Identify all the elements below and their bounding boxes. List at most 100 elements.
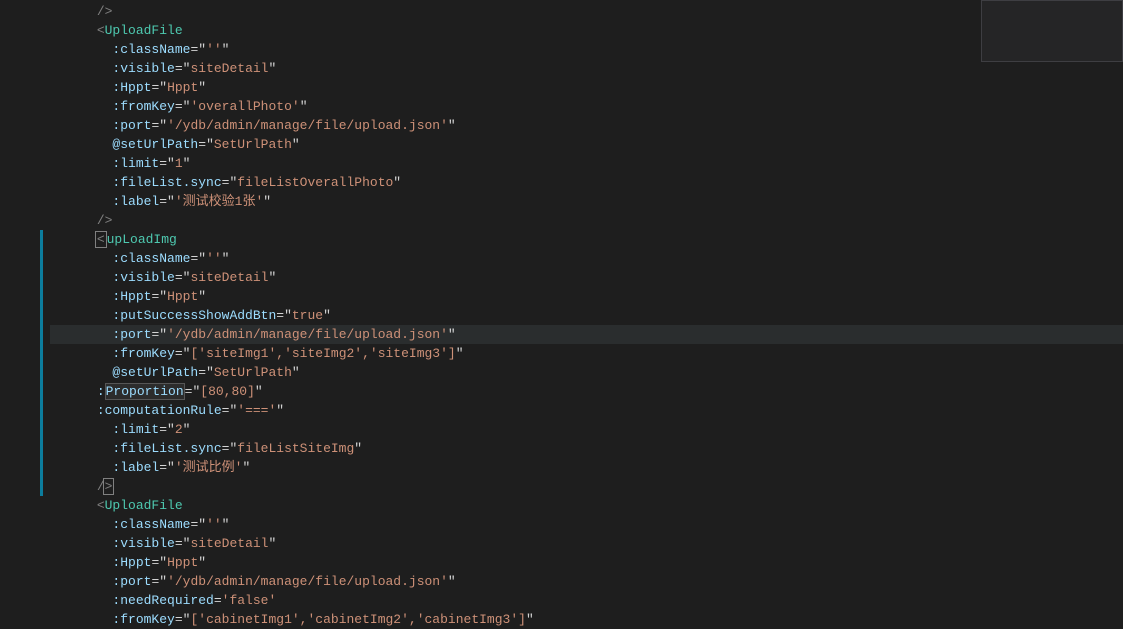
code-editor[interactable]: /> <UploadFile :className="''" :visible=…	[0, 0, 1123, 629]
token-quote: "	[198, 517, 206, 532]
token-str: SetUrlPath	[214, 365, 292, 380]
code-line[interactable]: :computationRule="'==='"	[50, 401, 1123, 420]
token-str: siteDetail	[190, 536, 268, 551]
code-line[interactable]: :putSuccessShowAddBtn="true"	[50, 306, 1123, 325]
code-line[interactable]: <upLoadImg	[50, 230, 1123, 249]
token-attr: :visible	[112, 536, 174, 551]
token-str: SetUrlPath	[214, 137, 292, 152]
token-eq: =	[175, 612, 183, 627]
token-quote: "	[456, 346, 464, 361]
token-attr: :label	[112, 460, 159, 475]
token-str: siteDetail	[190, 270, 268, 285]
modified-gutter-marker	[40, 363, 43, 382]
token-quote: "	[159, 118, 167, 133]
token-str: fileListSiteImg	[237, 441, 354, 456]
token-eq: =	[159, 460, 167, 475]
code-line[interactable]: <UploadFile	[50, 21, 1123, 40]
token-quote: "	[222, 517, 230, 532]
token-quote: "	[159, 574, 167, 589]
code-line[interactable]: />	[50, 477, 1123, 496]
code-line[interactable]: @setUrlPath="SetUrlPath"	[50, 135, 1123, 154]
token-str: Hppt	[167, 555, 198, 570]
token-quote: "	[284, 308, 292, 323]
code-line[interactable]: :needRequired='false'	[50, 591, 1123, 610]
code-line[interactable]: :className="''"	[50, 515, 1123, 534]
code-line[interactable]: :limit="2"	[50, 420, 1123, 439]
token-str: [80,80]	[200, 384, 255, 399]
token-str: 1	[175, 156, 183, 171]
code-line[interactable]: :Hppt="Hppt"	[50, 553, 1123, 572]
bracket-cursor: >	[103, 478, 115, 495]
token-quote: "	[159, 80, 167, 95]
code-line[interactable]: :fromKey="'overallPhoto'"	[50, 97, 1123, 116]
token-attr: :port	[112, 574, 151, 589]
code-line[interactable]: <UploadFile	[50, 496, 1123, 515]
token-quote: "	[268, 61, 276, 76]
token-tag: <	[97, 23, 105, 38]
code-line[interactable]: />	[50, 2, 1123, 21]
token-quote: "	[323, 308, 331, 323]
token-str: siteDetail	[190, 61, 268, 76]
code-line[interactable]: :Hppt="Hppt"	[50, 78, 1123, 97]
token-quote: "	[167, 422, 175, 437]
code-line[interactable]: :className="''"	[50, 249, 1123, 268]
token-str: ['cabinetImg1','cabinetImg2','cabinetImg…	[190, 612, 525, 627]
token-quote: "	[206, 137, 214, 152]
token-eq: =	[175, 346, 183, 361]
token-quote: "	[222, 251, 230, 266]
token-component: UploadFile	[105, 498, 183, 513]
code-line[interactable]: :limit="1"	[50, 154, 1123, 173]
modified-gutter-marker	[40, 439, 43, 458]
code-line[interactable]: :Proportion="[80,80]"	[50, 382, 1123, 401]
token-quote: "	[222, 42, 230, 57]
token-quote: "	[183, 422, 191, 437]
code-line[interactable]: :visible="siteDetail"	[50, 59, 1123, 78]
token-str: '/ydb/admin/manage/file/upload.json'	[167, 327, 448, 342]
token-quote: "	[393, 175, 401, 190]
modified-gutter-marker	[40, 344, 43, 363]
token-str: Hppt	[167, 289, 198, 304]
modified-gutter-marker	[40, 249, 43, 268]
code-line[interactable]: :fileList.sync="fileListSiteImg"	[50, 439, 1123, 458]
code-line[interactable]: @setUrlPath="SetUrlPath"	[50, 363, 1123, 382]
code-line[interactable]: :Hppt="Hppt"	[50, 287, 1123, 306]
token-attr: Proportion	[105, 383, 185, 400]
token-eq: =	[276, 308, 284, 323]
token-eq: =	[159, 156, 167, 171]
token-quote: "	[268, 536, 276, 551]
code-line[interactable]: :visible="siteDetail"	[50, 268, 1123, 287]
token-quote: "	[263, 194, 271, 209]
token-quote: "	[198, 555, 206, 570]
code-line[interactable]: :port="'/ydb/admin/manage/file/upload.js…	[50, 325, 1123, 344]
code-line[interactable]: />	[50, 211, 1123, 230]
token-eq: =	[198, 137, 206, 152]
token-str: ''	[206, 517, 222, 532]
code-line[interactable]: :fromKey="['siteImg1','siteImg2','siteIm…	[50, 344, 1123, 363]
code-line[interactable]: :visible="siteDetail"	[50, 534, 1123, 553]
token-attr: :limit	[112, 422, 159, 437]
token-quote: "	[198, 80, 206, 95]
token-attr: :fileList.sync	[112, 175, 221, 190]
code-line[interactable]: :label="'测试校验1张'"	[50, 192, 1123, 211]
token-attr: :Hppt	[112, 80, 151, 95]
token-attr: :visible	[112, 61, 174, 76]
token-attr: :className	[112, 251, 190, 266]
token-quote: "	[159, 289, 167, 304]
token-str: true	[292, 308, 323, 323]
token-quote: "	[276, 403, 284, 418]
token-str: 'false'	[222, 593, 277, 608]
code-line[interactable]: :port="'/ydb/admin/manage/file/upload.js…	[50, 116, 1123, 135]
token-attr: :computationRule	[97, 403, 222, 418]
code-line[interactable]: :className="''"	[50, 40, 1123, 59]
token-attr: :className	[112, 42, 190, 57]
modified-gutter-marker	[40, 477, 43, 496]
code-line[interactable]: :fromKey="['cabinetImg1','cabinetImg2','…	[50, 610, 1123, 629]
code-line[interactable]: :port="'/ydb/admin/manage/file/upload.js…	[50, 572, 1123, 591]
token-tag: />	[97, 213, 113, 228]
token-attr: :fromKey	[112, 346, 174, 361]
token-str: 'overallPhoto'	[190, 99, 299, 114]
token-quote: "	[159, 327, 167, 342]
code-line[interactable]: :fileList.sync="fileListOverallPhoto"	[50, 173, 1123, 192]
token-tag: />	[97, 4, 113, 19]
code-line[interactable]: :label="'测试比例'"	[50, 458, 1123, 477]
